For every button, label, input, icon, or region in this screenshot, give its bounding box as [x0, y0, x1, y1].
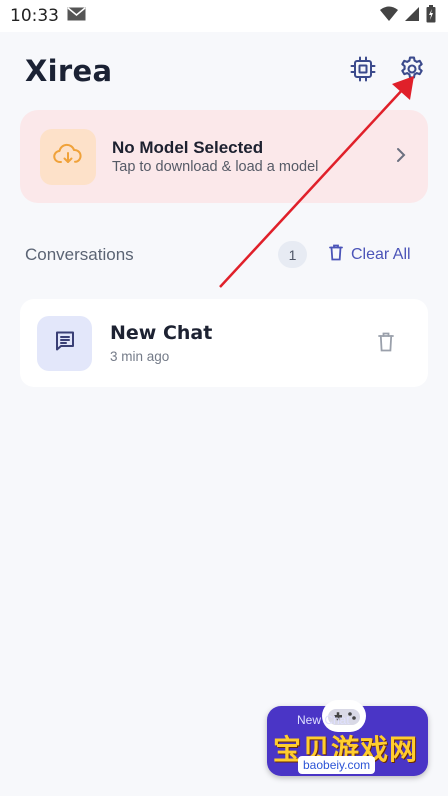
model-card-title: No Model Selected [112, 138, 264, 157]
conversations-label: Conversations [25, 245, 134, 264]
chat-icon-box [37, 316, 92, 371]
delete-chat-trash-icon[interactable] [378, 332, 394, 357]
clear-all-button[interactable]: Clear All [329, 243, 411, 267]
model-card-subtitle: Tap to download & load a model [112, 159, 319, 175]
chevron-right-icon [396, 147, 406, 168]
gear-icon[interactable] [397, 54, 427, 84]
conversations-header: Conversations 1 Clear All [0, 236, 448, 272]
list-item[interactable]: New Chat 3 min ago [20, 299, 428, 387]
battery-icon [426, 4, 436, 28]
status-time: 10:33 [10, 6, 59, 26]
watermark-url: baobeiy.com [298, 756, 376, 774]
chat-title: New Chat [110, 322, 213, 344]
model-selector-card[interactable]: No Model Selected Tap to download & load… [20, 110, 428, 203]
trash-icon [329, 244, 343, 266]
status-bar: 10:33 [0, 0, 448, 32]
watermark-overlay-text: New Chat [297, 713, 350, 727]
watermark-badge: New Chat 宝贝游戏网 baobeiy.com [267, 700, 428, 776]
app-title: Xirea [25, 54, 113, 88]
chat-timestamp: 3 min ago [110, 349, 170, 364]
cloud-download-icon [53, 143, 83, 172]
model-icon-box [40, 129, 96, 185]
message-icon [53, 329, 77, 358]
status-right [380, 4, 436, 28]
conversations-count-badge: 1 [278, 241, 307, 268]
wifi-icon [380, 6, 398, 27]
app-header: Xirea [0, 32, 448, 108]
status-left: 10:33 [10, 6, 86, 26]
clear-all-label: Clear All [351, 246, 411, 263]
chip-icon[interactable] [348, 54, 378, 84]
cell-signal-icon [404, 6, 420, 27]
mail-notification-icon [67, 6, 86, 26]
